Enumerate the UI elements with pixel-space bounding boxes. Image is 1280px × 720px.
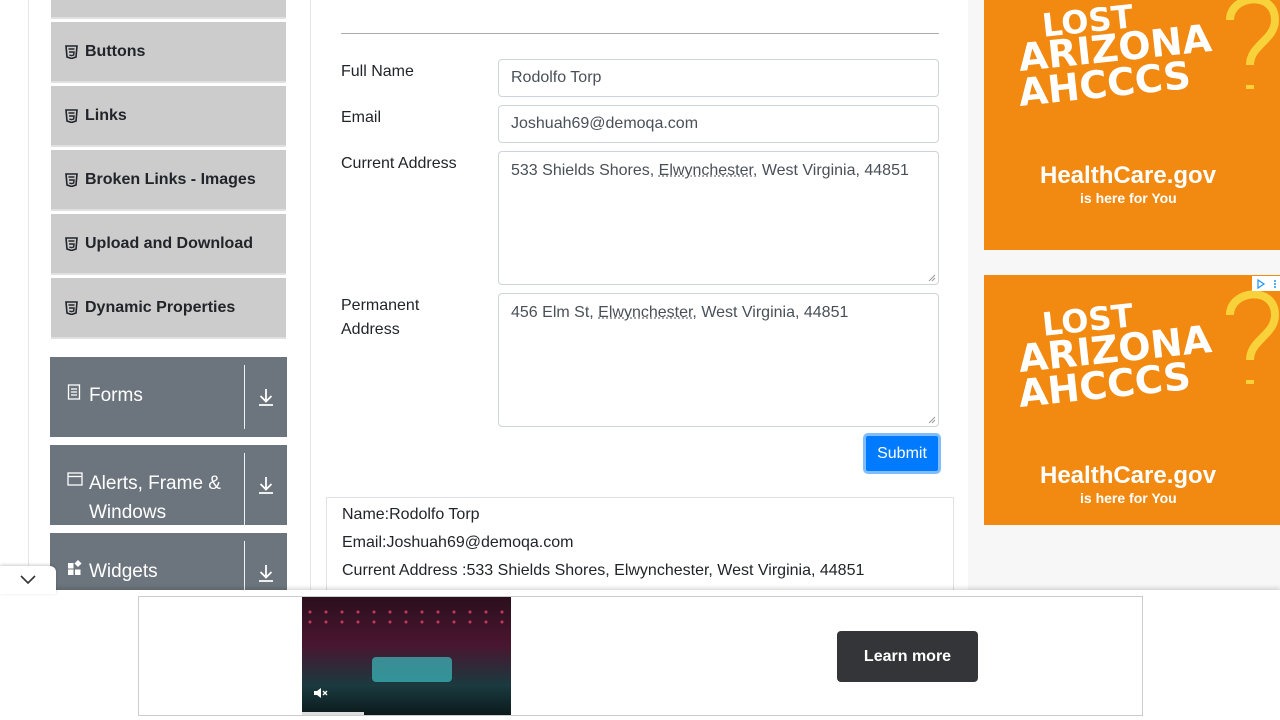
output-panel: Name:Rodolfo Torp Email:Joshuah69@demoqa… (326, 497, 954, 597)
permanent-address-textarea[interactable]: 456 Elm St, Elwynchester, West Virginia,… (498, 293, 939, 427)
html5-icon (65, 172, 79, 187)
resize-handle-icon[interactable] (928, 416, 936, 424)
question-mark-icon (1226, 0, 1280, 89)
group-forms[interactable]: Forms (50, 357, 287, 437)
sidebar-item-broken-links[interactable]: Broken Links - Images (51, 150, 286, 211)
html5-icon (65, 108, 79, 123)
permanent-address-label: Permanent Address (341, 297, 420, 338)
sidebar-item-label: Links (85, 106, 127, 124)
html5-icon (65, 300, 79, 315)
email-label: Email (341, 109, 382, 126)
current-address-textarea[interactable]: 533 Shields Shores, Elwynchester, West V… (498, 151, 939, 285)
sidebar-item-label: Broken Links - Images (85, 170, 256, 188)
sidebar-item-buttons[interactable]: Buttons (51, 22, 286, 83)
download-icon[interactable] (245, 453, 287, 495)
ad-banner-middle[interactable]: LOST ARIZONA AHCCCS HealthCare.gov is he… (984, 275, 1280, 525)
sidebar-item-label: Upload and Download (85, 234, 253, 252)
sidebar-item-upload-download[interactable]: Upload and Download (51, 214, 286, 275)
mute-icon[interactable] (312, 685, 328, 701)
email-input[interactable]: Joshuah69@demoqa.com (498, 105, 939, 143)
window-icon (67, 472, 83, 488)
download-icon[interactable] (245, 541, 287, 583)
group-title: Widgets (89, 561, 158, 582)
sidebar-item-label: Buttons (85, 42, 146, 60)
bottom-ad[interactable] (138, 596, 1143, 716)
submit-button[interactable]: Submit (863, 433, 941, 474)
sidebar-item-links[interactable]: Links (51, 86, 286, 147)
learn-more-button[interactable]: Learn more (837, 631, 978, 682)
left-border (28, 0, 29, 600)
sidebar-item-dynamic-properties[interactable]: Dynamic Properties (51, 278, 286, 339)
ad-choices-icon[interactable] (1252, 276, 1280, 291)
sidebar-divider (310, 0, 311, 600)
document-icon (67, 384, 83, 400)
sidebar-item-partial[interactable] (51, 0, 286, 19)
widgets-icon (67, 559, 83, 576)
full-name-input[interactable]: Rodolfo Torp (498, 59, 939, 97)
form-divider (341, 33, 939, 34)
ad-banner-top[interactable]: LOST ARIZONA AHCCCS HealthCare.gov is he… (984, 0, 1280, 250)
output-name: Name:Rodolfo Torp (342, 506, 480, 523)
output-current-address: Current Address :533 Shields Shores, Elw… (342, 562, 865, 579)
question-mark-icon (1226, 290, 1280, 384)
ad-video[interactable] (302, 597, 511, 715)
download-icon[interactable] (245, 365, 287, 407)
html5-icon (65, 236, 79, 251)
divider (244, 365, 245, 429)
video-progress (302, 712, 364, 715)
group-title: Alerts, Frame & Windows (89, 473, 221, 523)
resize-handle-icon[interactable] (928, 274, 936, 282)
group-title: Forms (89, 385, 143, 406)
group-alerts-frame-windows[interactable]: Alerts, Frame & Windows (50, 445, 287, 525)
full-name-label: Full Name (341, 63, 414, 80)
sidebar-item-label: Dynamic Properties (85, 298, 236, 316)
collapse-ad-button[interactable] (0, 566, 56, 594)
group-widgets[interactable]: Widgets (50, 533, 287, 593)
html5-icon (65, 44, 79, 59)
divider (244, 453, 245, 525)
chevron-down-icon (20, 575, 36, 585)
output-email: Email:Joshuah69@demoqa.com (342, 534, 574, 551)
divider (244, 541, 245, 593)
current-address-label: Current Address (341, 155, 457, 172)
